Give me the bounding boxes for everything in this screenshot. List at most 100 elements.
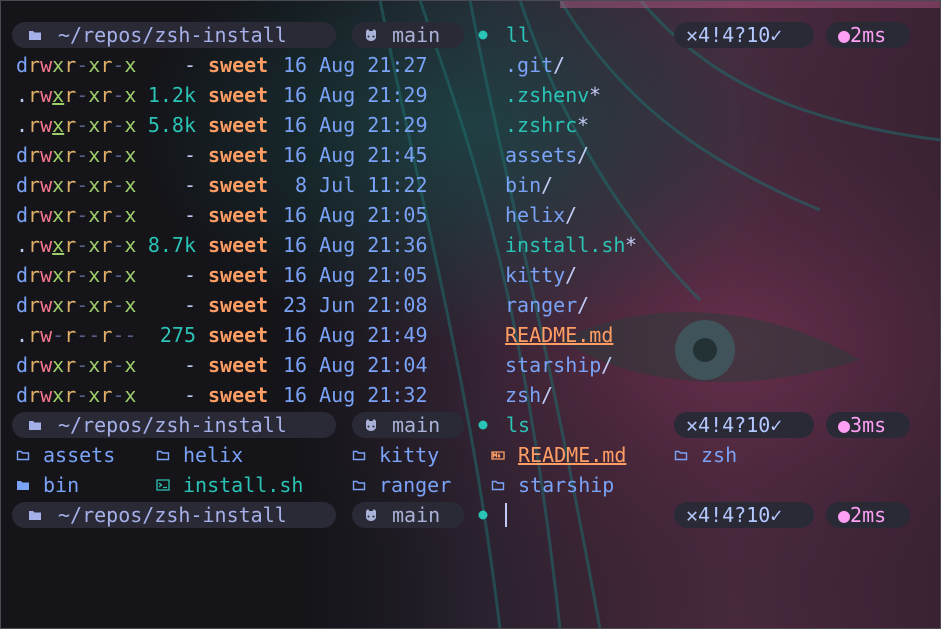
- listing-row: drwxr-xr-x - sweet 16 Aug 21:05 kitty /: [16, 260, 936, 290]
- file-type-suffix: /: [577, 143, 590, 167]
- file-name[interactable]: .zshenv: [505, 80, 589, 110]
- file-size: -: [183, 353, 196, 377]
- file-date: 16 Aug 21:36: [283, 233, 428, 257]
- current-directory: ~/repos/zsh-install: [58, 413, 287, 437]
- file-date: 16 Aug 21:29: [283, 83, 428, 107]
- file-name[interactable]: README.md: [505, 320, 613, 350]
- listing-row: .rwxr-xr-x 5.8k sweet 16 Aug 21:29 .zshrc *: [16, 110, 936, 140]
- file-date: 16 Aug 21:32: [283, 383, 428, 407]
- file-size: 1.2k: [147, 83, 196, 107]
- git-branch-icon: [366, 419, 376, 431]
- git-branch-name: main: [392, 413, 441, 437]
- git-status: ✕4!4?10✓: [686, 503, 783, 527]
- command-duration: ●2ms: [838, 23, 887, 47]
- file-name[interactable]: assets: [505, 140, 577, 170]
- text-cursor[interactable]: [505, 503, 507, 527]
- ls-entry[interactable]: zsh: [701, 440, 737, 470]
- file-date: 16 Aug 21:04: [283, 353, 428, 377]
- folder-icon: [352, 480, 366, 491]
- file-type-suffix: *: [625, 233, 638, 257]
- ls-entry[interactable]: bin: [43, 470, 79, 500]
- file-owner: sweet: [208, 143, 269, 167]
- file-owner: sweet: [208, 173, 269, 197]
- ls-grid-row: bin install.sh ranger starship: [16, 470, 936, 500]
- file-name[interactable]: .git: [505, 50, 553, 80]
- listing-row: drwxr-xr-x - sweet 16 Aug 21:32 zsh /: [16, 380, 936, 410]
- file-date: 16 Aug 21:27: [283, 53, 428, 77]
- folder-icon: [156, 450, 170, 461]
- file-name[interactable]: zsh: [505, 380, 541, 410]
- file-size: -: [183, 143, 196, 167]
- command-duration: ●3ms: [838, 413, 887, 437]
- file-size: -: [183, 263, 196, 287]
- ls-entry[interactable]: helix: [183, 440, 243, 470]
- listing-row: drwxr-xr-x - sweet 23 Jun 21:08 ranger /: [16, 290, 936, 320]
- listing-row: .rwxr-xr-x 1.2k sweet 16 Aug 21:29 .zshenv *: [16, 80, 936, 110]
- git-branch-name: main: [392, 23, 441, 47]
- markdown-icon: [491, 451, 505, 460]
- ls-grid-row: assets helix kitty README.md zsh: [16, 440, 936, 470]
- prompt-line: ~/repos/zsh-install main ll ✕4!4?10✓ ●2ms: [12, 20, 936, 50]
- ls-entry[interactable]: starship: [518, 470, 614, 500]
- file-type-suffix: *: [577, 113, 590, 137]
- file-name[interactable]: bin: [505, 170, 541, 200]
- file-date: 16 Aug 21:45: [283, 143, 428, 167]
- file-name[interactable]: install.sh: [505, 230, 625, 260]
- git-branch-icon: [366, 509, 376, 521]
- command-text: ls: [506, 413, 531, 437]
- folder-icon: [29, 511, 41, 520]
- git-status: ✕4!4?10✓: [686, 413, 783, 437]
- file-date: 23 Jun 21:08: [283, 293, 428, 317]
- git-branch-icon: [366, 29, 376, 41]
- listing-row: drwxr-xr-x - sweet 16 Aug 21:27 .git /: [16, 50, 936, 80]
- file-owner: sweet: [208, 323, 269, 347]
- file-owner: sweet: [208, 353, 269, 377]
- status-dot-icon: [478, 510, 488, 520]
- command-duration: ●2ms: [838, 503, 887, 527]
- file-name[interactable]: .zshrc: [505, 110, 577, 140]
- file-name[interactable]: ranger: [505, 290, 577, 320]
- command-text: ll: [506, 23, 531, 47]
- git-branch-name: main: [392, 503, 441, 527]
- file-type-suffix: /: [565, 263, 578, 287]
- terminal-icon: [156, 479, 170, 491]
- file-size: -: [183, 173, 196, 197]
- file-type-suffix: /: [577, 293, 590, 317]
- file-name[interactable]: kitty: [505, 260, 565, 290]
- file-date: 16 Aug 21:05: [283, 263, 428, 287]
- ls-entry[interactable]: ranger: [379, 470, 451, 500]
- file-date: 8 Jul 11:22: [283, 173, 428, 197]
- listing-row: drwxr-xr-x - sweet 16 Aug 21:05 helix /: [16, 200, 936, 230]
- ls-entry[interactable]: assets: [43, 440, 115, 470]
- listing-row: .rw-r--r-- 275 sweet 16 Aug 21:49 README.md: [16, 320, 936, 350]
- file-owner: sweet: [208, 83, 269, 107]
- file-size: -: [183, 53, 196, 77]
- current-directory: ~/repos/zsh-install: [58, 503, 287, 527]
- file-size: -: [183, 383, 196, 407]
- folder-icon: [29, 31, 41, 40]
- prompt-line: ~/repos/zsh-install main ✕4!4?10✓ ●2ms: [12, 500, 936, 530]
- listing-row: drwxr-xr-x - sweet 8 Jul 11:22 bin /: [16, 170, 936, 200]
- ls-entry[interactable]: README.md: [518, 440, 626, 470]
- folder-icon: [491, 480, 505, 491]
- file-owner: sweet: [208, 293, 269, 317]
- listing-row: drwxr-xr-x - sweet 16 Aug 21:04 starship /: [16, 350, 936, 380]
- file-date: 16 Aug 21:49: [283, 323, 428, 347]
- file-name[interactable]: helix: [505, 200, 565, 230]
- current-directory: ~/repos/zsh-install: [58, 23, 287, 47]
- ls-entry[interactable]: install.sh: [183, 470, 303, 500]
- file-type-suffix: /: [601, 353, 614, 377]
- folder-icon: [352, 450, 366, 461]
- file-size: 5.8k: [147, 113, 196, 137]
- ls-entry[interactable]: kitty: [379, 440, 439, 470]
- file-type-suffix: /: [541, 173, 554, 197]
- file-size: -: [183, 203, 196, 227]
- file-owner: sweet: [208, 53, 269, 77]
- file-size: 275: [159, 323, 196, 347]
- terminal-window[interactable]: ~/repos/zsh-install main ll ✕4!4?10✓ ●2ms drw…: [0, 0, 941, 629]
- file-size: -: [183, 293, 196, 317]
- folder-icon: [17, 481, 29, 490]
- file-date: 16 Aug 21:29: [283, 113, 428, 137]
- folder-icon: [16, 450, 30, 461]
- file-name[interactable]: starship: [505, 350, 601, 380]
